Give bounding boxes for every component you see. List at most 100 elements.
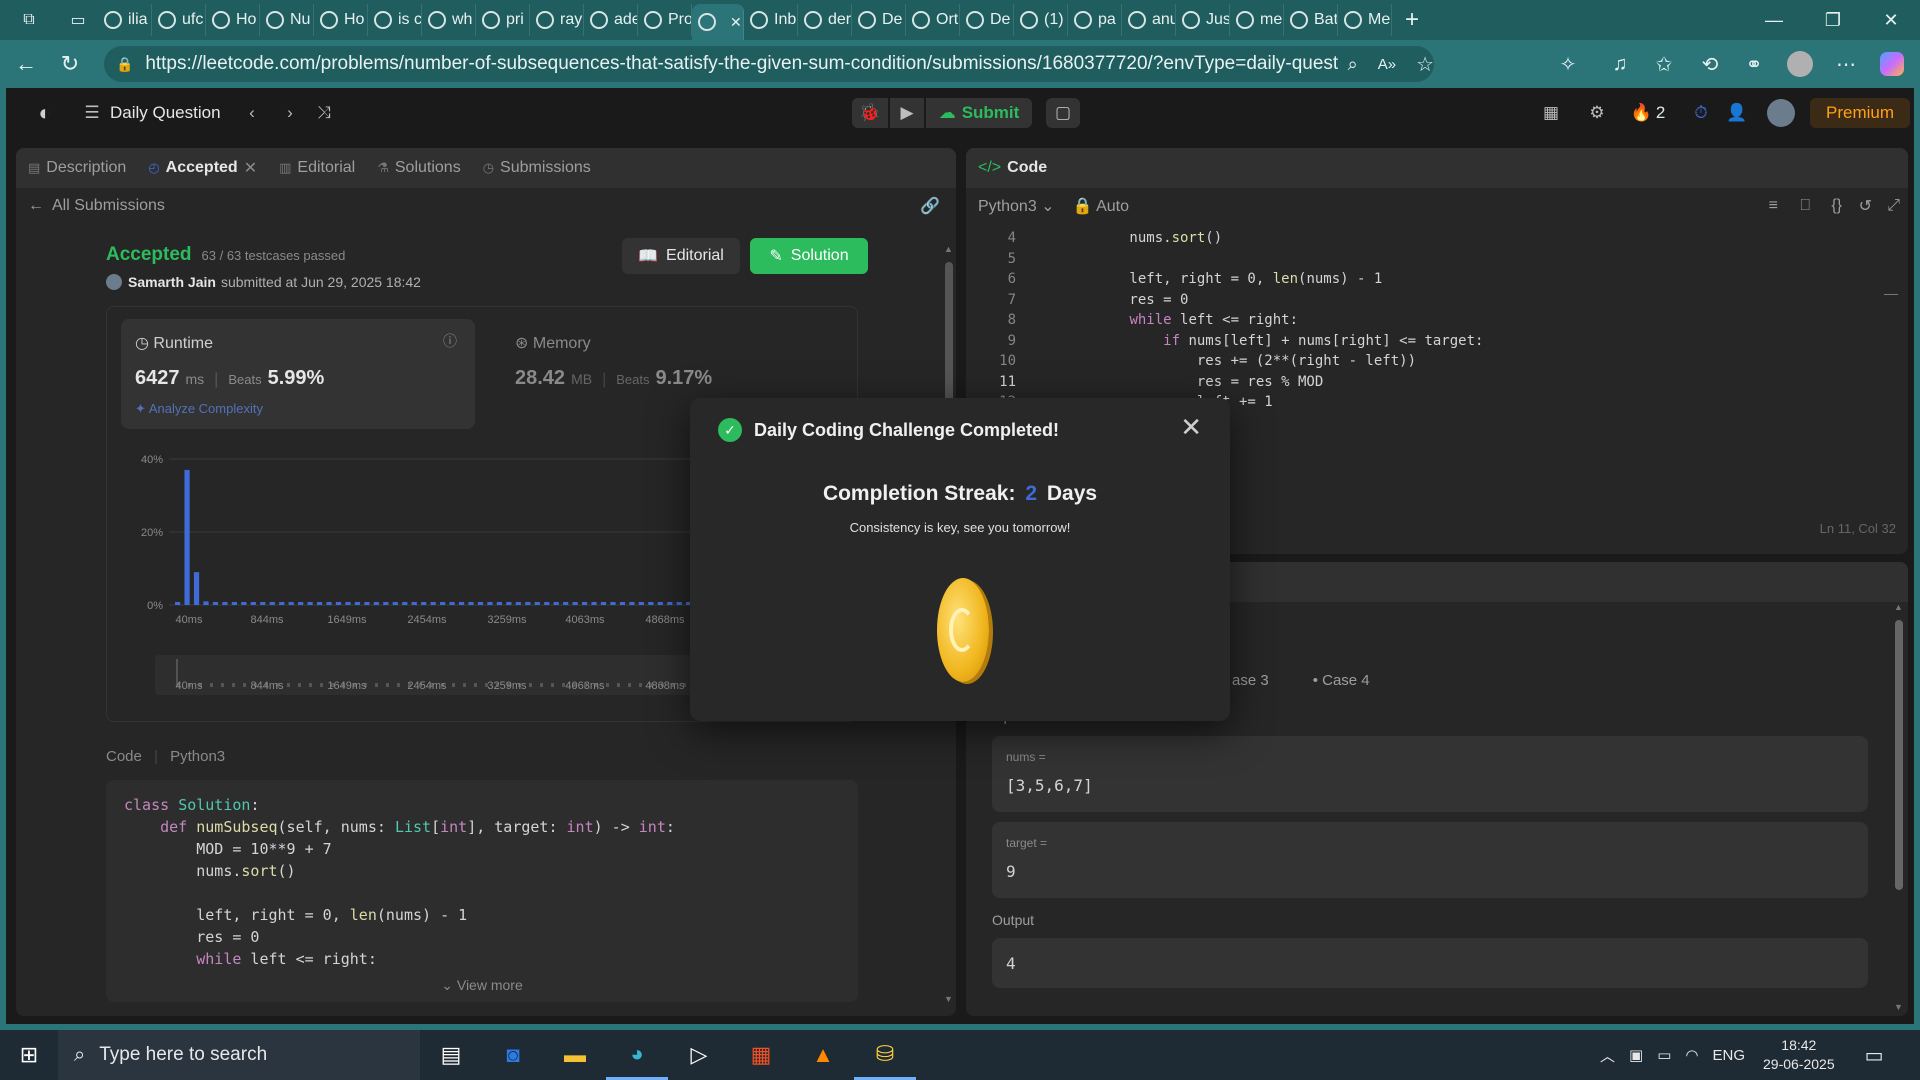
submit-button[interactable]: ☁ Submit — [926, 98, 1032, 128]
submitter-name[interactable]: Samarth Jain — [128, 274, 216, 290]
browser-tab[interactable]: pa — [1068, 4, 1122, 36]
chart-bar[interactable] — [184, 469, 190, 605]
copilot-icon[interactable] — [1872, 44, 1912, 84]
chart-bar[interactable] — [496, 602, 503, 605]
battery-icon[interactable]: ▭ — [1657, 1046, 1671, 1064]
clock[interactable]: 18:42 29-06-2025 — [1763, 1036, 1835, 1074]
all-submissions-link[interactable]: All Submissions — [52, 197, 165, 215]
refresh-button[interactable]: ↻ — [48, 42, 92, 86]
chart-bar[interactable] — [212, 602, 219, 605]
new-tab-button[interactable]: + — [1392, 0, 1432, 40]
favorite-icon[interactable]: ☆ — [1416, 52, 1434, 77]
right-scrollbar[interactable]: ▲ ▼ — [1894, 602, 1904, 1012]
chart-bar[interactable] — [203, 601, 209, 605]
chart-bar[interactable] — [553, 602, 559, 605]
fullscreen-icon[interactable]: ⤢ — [1887, 197, 1900, 215]
analyze-complexity-link[interactable]: Analyze Complexity — [149, 401, 263, 416]
taskbar-search[interactable]: ⌕ Type here to search — [58, 1030, 420, 1080]
chart-bar[interactable] — [563, 602, 569, 605]
browser-tab[interactable]: Bat — [1284, 4, 1338, 36]
browser-tab[interactable]: ray — [530, 4, 584, 36]
chart-bar[interactable] — [392, 602, 398, 605]
file-explorer-icon[interactable]: ▬ — [544, 1030, 606, 1080]
chart-bar[interactable] — [477, 602, 484, 605]
case-tab-3[interactable]: ase 3 — [1232, 672, 1269, 689]
browser-tab[interactable]: Ho — [206, 4, 260, 36]
chart-bar[interactable] — [544, 602, 550, 605]
chart-bar[interactable] — [402, 602, 408, 605]
chart-bar[interactable] — [600, 602, 607, 605]
browser-tab[interactable]: ilia — [98, 4, 152, 36]
chart-bar[interactable] — [279, 602, 285, 605]
avatar[interactable] — [1780, 44, 1820, 84]
restore-button[interactable]: ❐ — [1804, 0, 1862, 40]
notes-icon[interactable]: ▢ — [1046, 98, 1080, 128]
left-tab-accepted[interactable]: ◴ Accepted ✕ — [148, 158, 257, 178]
browser-tab[interactable]: Nu — [260, 4, 314, 36]
case-tab-4[interactable]: • Case 4 — [1313, 672, 1370, 689]
settings-icon[interactable]: ⚙ — [1582, 98, 1612, 128]
chart-bar[interactable] — [231, 602, 237, 605]
view-more-button[interactable]: ⌄ View more — [106, 977, 858, 994]
run-button[interactable]: ▶ — [890, 98, 924, 128]
info-icon[interactable]: ⓘ — [443, 331, 457, 351]
wifi-icon[interactable]: ◠ — [1685, 1046, 1698, 1064]
store-icon[interactable]: ▦ — [730, 1030, 792, 1080]
solution-button[interactable]: ✎ Solution — [750, 238, 868, 274]
edge-icon[interactable]: ◕ — [606, 1030, 668, 1080]
debug-icon[interactable]: 🐞 — [852, 98, 888, 128]
python-idle-icon[interactable]: ⛁ — [854, 1030, 916, 1080]
zoom-icon[interactable]: ⌕ — [1348, 54, 1358, 75]
user-avatar[interactable] — [1766, 98, 1796, 128]
chart-bar[interactable] — [288, 602, 294, 605]
left-tab-description[interactable]: ▤ Description — [28, 159, 126, 177]
favorites-icon[interactable]: ✩ — [1644, 44, 1684, 84]
browser-tab[interactable]: ade — [584, 4, 638, 36]
chart-bar[interactable] — [458, 602, 465, 605]
chart-bar[interactable] — [430, 602, 436, 605]
browser-tab[interactable]: me — [1230, 4, 1284, 36]
chart-bar[interactable] — [506, 602, 512, 605]
chart-bar[interactable] — [222, 602, 228, 605]
chart-bar[interactable] — [193, 572, 200, 605]
premium-button[interactable]: Premium — [1810, 98, 1910, 128]
read-aloud-icon[interactable]: A» — [1378, 56, 1396, 73]
start-button[interactable]: ⊞ — [0, 1030, 58, 1080]
chart-bar[interactable] — [638, 602, 644, 605]
media-player-icon[interactable]: ▷ — [668, 1030, 730, 1080]
braces-icon[interactable]: {} — [1831, 197, 1842, 215]
chart-bar[interactable] — [468, 602, 474, 605]
browser-tab[interactable]: Inb — [744, 4, 798, 36]
chart-bar[interactable] — [364, 602, 370, 605]
chart-bar[interactable] — [260, 602, 266, 605]
browser-tab[interactable]: anu — [1122, 4, 1176, 36]
tab-actions-icon[interactable]: ▭ — [58, 0, 98, 40]
language-indicator[interactable]: ENG — [1712, 1047, 1745, 1064]
chart-bar[interactable] — [335, 602, 342, 605]
chart-bar[interactable] — [591, 602, 597, 605]
vlc-icon[interactable]: ▲ — [792, 1030, 854, 1080]
chart-bar[interactable] — [421, 602, 427, 605]
timer-icon[interactable]: ⏱ — [1686, 98, 1716, 128]
browser-tab[interactable]: Ort — [906, 4, 960, 36]
browser-tab[interactable]: ✕ — [692, 4, 744, 40]
share-link-icon[interactable]: 🔗 — [920, 196, 940, 216]
tab-close-icon[interactable]: ✕ — [730, 14, 742, 31]
chart-bar[interactable] — [487, 602, 493, 605]
collections-icon[interactable]: ⚭ — [1734, 44, 1774, 84]
chart-bar[interactable] — [316, 602, 323, 605]
shuffle-icon[interactable]: ⤨ — [312, 98, 336, 128]
chart-bar[interactable] — [354, 602, 361, 605]
browser-tab[interactable]: ufc — [152, 4, 206, 36]
chart-bar[interactable] — [619, 602, 626, 605]
browser-tab[interactable]: De — [960, 4, 1014, 36]
task-view-icon[interactable]: ▤ — [420, 1030, 482, 1080]
editorial-button[interactable]: 📖 Editorial — [622, 238, 740, 274]
chart-bar[interactable] — [525, 602, 531, 605]
close-icon[interactable]: ✕ — [1180, 412, 1202, 443]
language-select[interactable]: Python3 ⌄ — [978, 196, 1055, 216]
add-friend-icon[interactable]: 👤 — [1722, 98, 1752, 128]
chart-bar[interactable] — [515, 602, 521, 605]
target-input-box[interactable]: target = 9 — [992, 822, 1868, 898]
left-tab-editorial[interactable]: ▥ Editorial — [279, 159, 355, 177]
